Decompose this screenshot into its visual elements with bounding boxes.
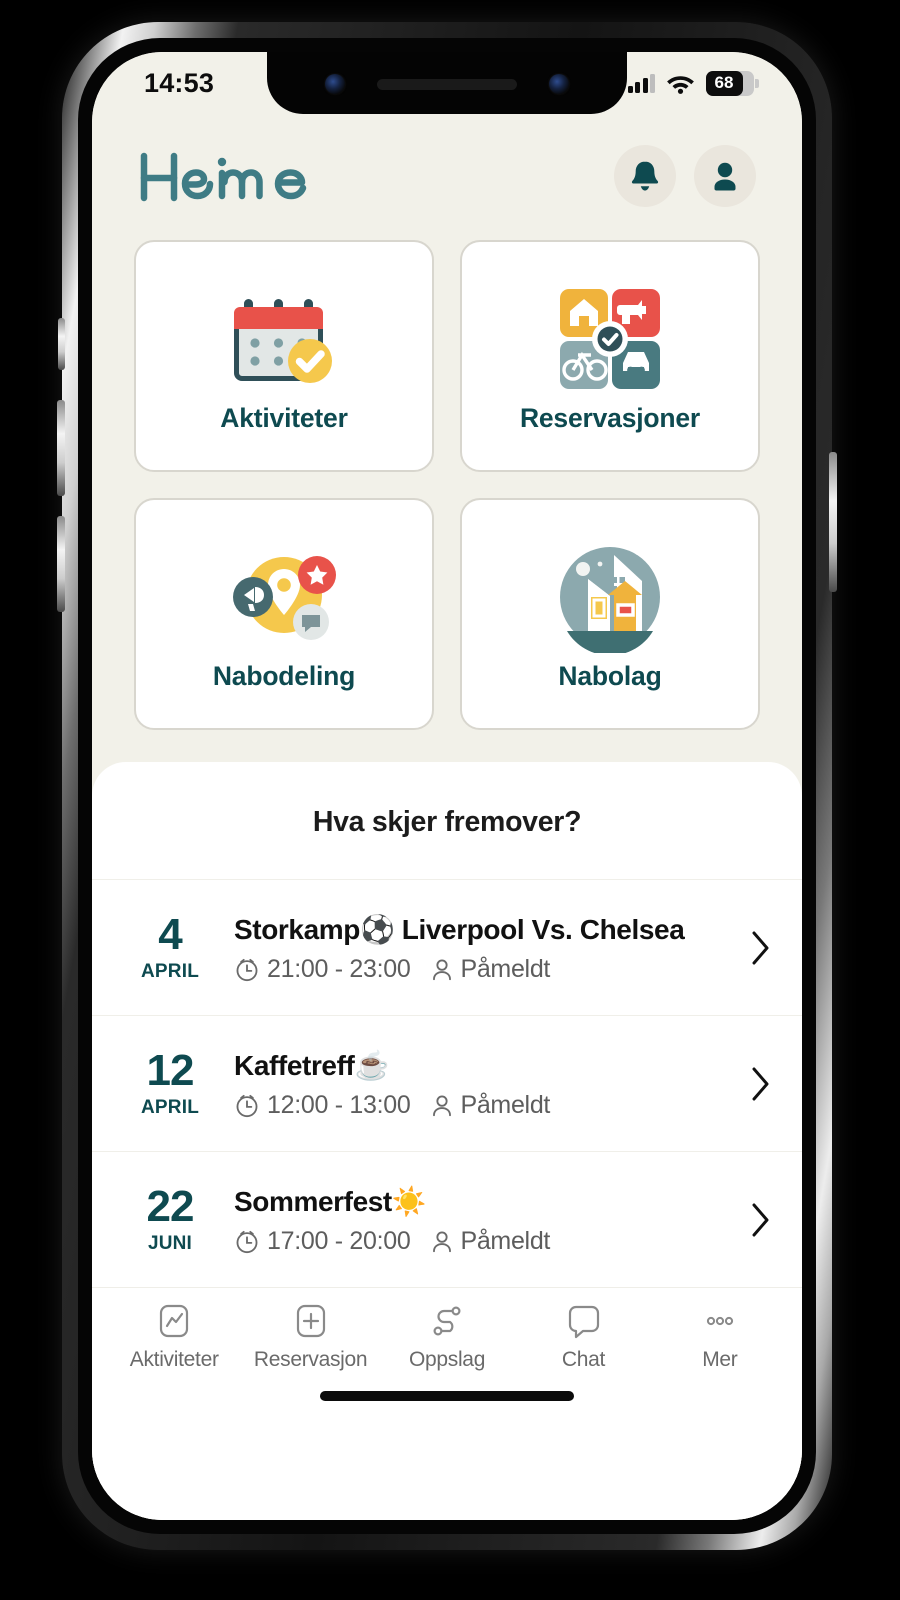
event-day: 22	[146, 1181, 195, 1231]
event-month: JUNI	[147, 1232, 193, 1254]
event-title: Kaffetreff☕	[234, 1049, 389, 1081]
location-share-icon	[219, 537, 349, 657]
home-indicator-bar[interactable]	[320, 1391, 574, 1401]
plus-square-icon	[294, 1301, 328, 1341]
nav-item-reservasjon[interactable]: Reservasjon	[242, 1301, 378, 1385]
booking-grid-icon	[545, 279, 675, 399]
event-month: APRIL	[141, 1096, 199, 1118]
event-row[interactable]: 12 APRIL Kaffetreff☕ 12:00 - 13:00 Påmel…	[92, 1015, 802, 1151]
tile-aktiviteter[interactable]: Aktiviteter	[134, 240, 434, 472]
clock-icon	[236, 958, 258, 981]
status-indicators: 68	[627, 70, 759, 96]
neighborhood-houses-icon	[545, 537, 675, 657]
status-time: 14:53	[144, 67, 215, 98]
event-meta: 12:00 - 13:00 Påmeldt	[234, 1091, 726, 1120]
cellular-signal-icon	[627, 73, 655, 93]
nav-label: Aktiviteter	[129, 1348, 219, 1371]
app-logo[interactable]	[138, 148, 310, 204]
nav-item-oppslag[interactable]: Oppslag	[379, 1301, 515, 1385]
calendar-check-icon	[219, 279, 349, 399]
nav-label: Reservasjon	[253, 1348, 368, 1371]
feature-tile-grid: Aktiviteter Reservasjoner Nabodeling Nab…	[92, 218, 802, 730]
battery-level-text: 68	[706, 70, 743, 96]
notifications-button[interactable]	[614, 145, 676, 207]
nav-label: Oppslag	[408, 1348, 486, 1371]
tile-reservasjoner[interactable]: Reservasjoner	[460, 240, 760, 472]
event-time: 21:00 - 23:00	[267, 955, 411, 984]
event-day: 4	[158, 909, 182, 959]
profile-button[interactable]	[694, 145, 756, 207]
phone-device-frame: 14:53 68 Aktiviteter Reservasjoner Nabod…	[62, 22, 832, 1550]
event-title: Storkamp⚽ Liverpool Vs. Chelsea	[234, 913, 685, 945]
event-date: 4 APRIL	[118, 909, 222, 983]
nav-item-aktiviteter[interactable]: Aktiviteter	[106, 1301, 242, 1385]
tile-nabodeling[interactable]: Nabodeling	[134, 498, 434, 730]
volume-down-button[interactable]	[57, 516, 65, 612]
person-icon	[714, 162, 736, 191]
event-date: 22 JUNI	[118, 1181, 222, 1255]
event-time: 17:00 - 20:00	[267, 1227, 411, 1256]
clock-icon	[236, 1230, 258, 1253]
chevron-right-icon[interactable]	[738, 1064, 772, 1104]
battery-icon: 68	[706, 70, 759, 96]
event-time: 12:00 - 13:00	[267, 1091, 411, 1120]
header-actions	[614, 145, 756, 207]
more-dots-icon	[702, 1301, 738, 1341]
power-button[interactable]	[829, 452, 837, 592]
clock-icon	[236, 1094, 258, 1117]
phone-screen: 14:53 68 Aktiviteter Reservasjoner Nabod…	[92, 52, 802, 1520]
route-icon	[429, 1301, 465, 1341]
chevron-right-icon[interactable]	[738, 1200, 772, 1240]
event-month: APRIL	[141, 960, 199, 982]
upcoming-events-title: Hva skjer fremover?	[312, 806, 582, 838]
upcoming-events-panel: Hva skjer fremover? 4 APRIL Storkamp⚽ Li…	[92, 762, 802, 1520]
nav-label: Mer	[702, 1348, 738, 1371]
tile-label: Nabolag	[558, 660, 662, 691]
event-body: Kaffetreff☕ 12:00 - 13:00 Påmeldt	[234, 1047, 726, 1121]
nav-item-mer[interactable]: Mer	[652, 1301, 788, 1385]
person-icon	[433, 959, 452, 980]
tile-nabolag[interactable]: Nabolag	[460, 498, 760, 730]
event-body: Sommerfest☀️ 17:00 - 20:00 Påmeldt	[234, 1183, 726, 1257]
event-body: Storkamp⚽ Liverpool Vs. Chelsea 21:00 - …	[234, 911, 726, 985]
event-meta: 21:00 - 23:00 Påmeldt	[234, 955, 726, 984]
bottom-navigation-bar: Aktiviteter Reservasjon Oppslag Chat Mer	[92, 1287, 802, 1385]
chevron-right-icon[interactable]	[738, 928, 772, 968]
silent-switch-button[interactable]	[58, 318, 65, 370]
app-header	[92, 114, 802, 218]
tile-label: Reservasjoner	[519, 402, 701, 433]
event-row[interactable]: 22 JUNI Sommerfest☀️ 17:00 - 20:00 Påmel…	[92, 1151, 802, 1287]
event-attendance: Påmeldt	[460, 1091, 551, 1120]
person-icon	[433, 1231, 452, 1252]
nav-item-chat[interactable]: Chat	[515, 1301, 651, 1385]
event-attendance: Påmeldt	[460, 955, 551, 984]
home-indicator-area	[92, 1385, 802, 1419]
event-day: 12	[146, 1045, 195, 1095]
volume-up-button[interactable]	[57, 400, 65, 496]
event-date: 12 APRIL	[118, 1045, 222, 1119]
event-attendance: Påmeldt	[460, 1227, 551, 1256]
person-icon	[433, 1095, 452, 1116]
status-bar: 14:53 68	[92, 52, 802, 114]
activity-chart-icon	[157, 1301, 191, 1341]
tile-label: Nabodeling	[212, 660, 356, 691]
wifi-icon	[667, 75, 694, 94]
nav-label: Chat	[561, 1348, 605, 1371]
chat-bubble-icon	[566, 1301, 600, 1341]
event-title: Sommerfest☀️	[234, 1185, 427, 1217]
event-row[interactable]: 4 APRIL Storkamp⚽ Liverpool Vs. Chelsea …	[92, 879, 802, 1015]
tile-label: Aktiviteter	[220, 402, 348, 433]
event-meta: 17:00 - 20:00 Påmeldt	[234, 1227, 726, 1256]
bell-icon	[631, 161, 659, 191]
